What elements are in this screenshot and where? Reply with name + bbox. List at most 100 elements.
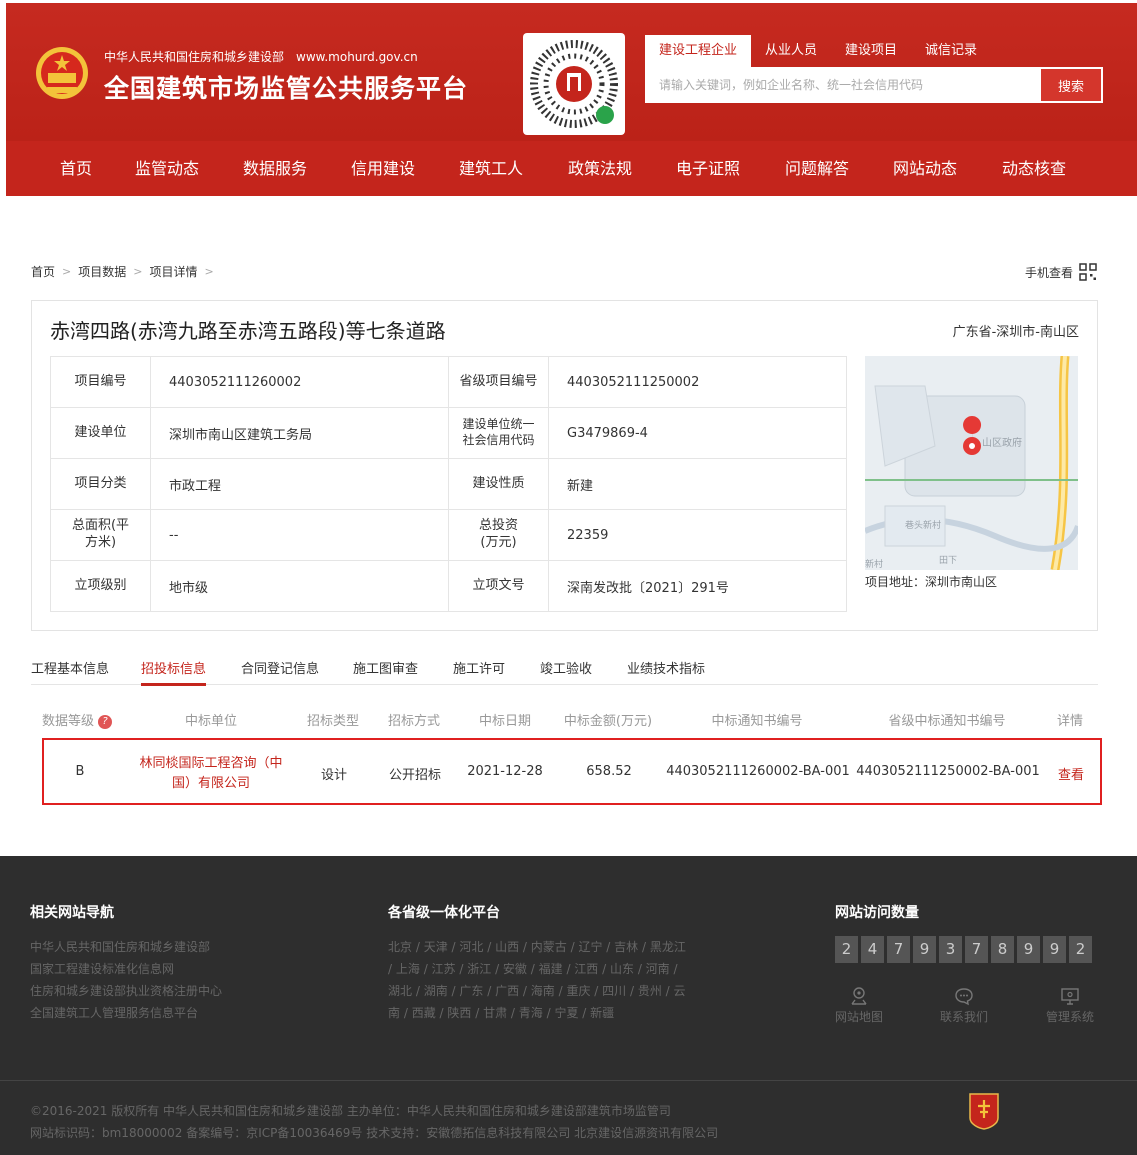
contact-link[interactable]: 联系我们 xyxy=(940,986,988,1025)
copyright: ©2016-2021 版权所有 中华人民共和国住房和城乡建设部 主办单位：中华人… xyxy=(30,1100,718,1144)
label-approval-doc: 立项文号 xyxy=(448,560,549,612)
footer-link-workers[interactable]: 全国建筑工人管理服务信息平台 xyxy=(30,1002,222,1024)
search-tab-credit[interactable]: 诚信记录 xyxy=(911,35,991,67)
province-link[interactable]: 黑龙江 xyxy=(650,940,686,954)
nav-e-license[interactable]: 电子证照 xyxy=(676,141,740,196)
tab-basic-info[interactable]: 工程基本信息 xyxy=(31,658,109,677)
province-separator: / xyxy=(626,984,638,998)
province-link[interactable]: 宁夏 xyxy=(554,1006,578,1020)
tab-completion-acceptance[interactable]: 竣工验收 xyxy=(540,658,592,677)
table-row: 总面积(平方米) -- 总投资(万元) 22359 xyxy=(50,509,847,561)
monitor-icon xyxy=(1061,988,1079,1005)
footer-link-standards[interactable]: 国家工程建设标准化信息网 xyxy=(30,958,222,980)
value-total-area: -- xyxy=(150,509,449,561)
province-separator: / xyxy=(661,984,674,998)
province-link[interactable]: 广西 xyxy=(495,984,519,998)
province-link[interactable]: 安徽 xyxy=(503,962,527,976)
province-separator: / xyxy=(483,940,496,954)
location-map[interactable]: 山区政府 巷头新村 田下 新村 xyxy=(865,356,1078,570)
breadcrumb-project-data[interactable]: 项目数据 xyxy=(78,263,126,280)
view-detail-link[interactable]: 查看 xyxy=(1058,764,1084,783)
tab-drawing-review[interactable]: 施工图审查 xyxy=(353,658,418,677)
nav-policy[interactable]: 政策法规 xyxy=(568,141,632,196)
help-icon[interactable]: ? xyxy=(98,714,113,729)
nav-credit[interactable]: 信用建设 xyxy=(351,141,415,196)
nav-data-service[interactable]: 数据服务 xyxy=(243,141,307,196)
nav-workers[interactable]: 建筑工人 xyxy=(459,141,523,196)
nav-faq[interactable]: 问题解答 xyxy=(785,141,849,196)
search-tab-personnel[interactable]: 从业人员 xyxy=(751,35,831,67)
mobile-view-link[interactable]: 手机查看 xyxy=(1025,263,1097,281)
province-link[interactable]: 青海 xyxy=(519,1006,543,1020)
col-data-grade: 数据等级? xyxy=(42,710,113,729)
main-nav: 首页 监管动态 数据服务 信用建设 建筑工人 政策法规 电子证照 问题解答 网站… xyxy=(6,141,1137,196)
province-link[interactable]: 海南 xyxy=(531,984,555,998)
province-separator: / xyxy=(602,940,615,954)
cell-winning-unit[interactable]: 林同棪国际工程咨询（中国）有限公司 xyxy=(136,754,286,794)
col-bid-amount: 中标金额(万元) xyxy=(563,714,653,729)
value-total-investment: 22359 xyxy=(548,509,847,561)
tab-bidding-info[interactable]: 招投标信息 xyxy=(141,658,207,686)
label-prov-project-no: 省级项目编号 xyxy=(448,356,549,408)
breadcrumb-home[interactable]: 首页 xyxy=(31,263,55,280)
tab-contract-info[interactable]: 合同登记信息 xyxy=(241,658,319,677)
breadcrumb-project-detail[interactable]: 项目详情 xyxy=(149,263,197,280)
footer-link-mohurd[interactable]: 中华人民共和国住房和城乡建设部 xyxy=(30,936,222,958)
cell-notice-no: 4403052111260002-BA-001 xyxy=(666,764,850,779)
province-link[interactable]: 湖南 xyxy=(424,984,448,998)
search-tab-projects[interactable]: 建设项目 xyxy=(831,35,911,67)
province-link[interactable]: 上海 xyxy=(396,962,420,976)
ministry-url[interactable]: www.mohurd.gov.cn xyxy=(296,50,418,64)
province-link[interactable]: 陕西 xyxy=(447,1006,471,1020)
tab-construction-permit[interactable]: 施工许可 xyxy=(453,658,505,677)
cell-bid-method: 公开招标 xyxy=(388,768,442,783)
province-link[interactable]: 广东 xyxy=(459,984,483,998)
tab-performance-indicators[interactable]: 业绩技术指标 xyxy=(627,658,705,677)
search-button[interactable]: 搜索 xyxy=(1039,67,1103,103)
nav-dynamic-check[interactable]: 动态核查 xyxy=(1002,141,1066,196)
search-input[interactable] xyxy=(645,67,1039,103)
province-link[interactable]: 西藏 xyxy=(412,1006,436,1020)
nav-supervision-news[interactable]: 监管动态 xyxy=(135,141,199,196)
province-link[interactable]: 福建 xyxy=(539,962,563,976)
label-nature: 建设性质 xyxy=(448,458,549,510)
province-link[interactable]: 山西 xyxy=(495,940,519,954)
province-link[interactable]: 新疆 xyxy=(590,1006,614,1020)
table-row: 立项级别 地市级 立项文号 深南发改批〔2021〕291号 xyxy=(50,560,847,612)
qr-code-icon xyxy=(1079,263,1097,281)
search-tab-enterprise[interactable]: 建设工程企业 xyxy=(645,35,752,67)
province-link[interactable]: 天津 xyxy=(424,940,448,954)
province-link[interactable]: 河南 xyxy=(646,962,670,976)
province-separator: / xyxy=(388,962,396,976)
footer-quick-links: 网站地图 联系我们 管理系统 xyxy=(835,986,1100,1036)
nav-site-news[interactable]: 网站动态 xyxy=(893,141,957,196)
province-link[interactable]: 内蒙古 xyxy=(531,940,567,954)
province-link[interactable]: 江苏 xyxy=(432,962,456,976)
footer-link-registry[interactable]: 住房和城乡建设部执业资格注册中心 xyxy=(30,980,222,1002)
cell-bid-amount: 658.52 xyxy=(586,764,632,779)
province-link[interactable]: 山东 xyxy=(610,962,634,976)
province-link[interactable]: 湖北 xyxy=(388,984,412,998)
province-link[interactable]: 浙江 xyxy=(467,962,491,976)
province-separator: / xyxy=(566,940,579,954)
province-link[interactable]: 河北 xyxy=(459,940,483,954)
site-title[interactable]: 全国建筑市场监管公共服务平台 xyxy=(104,69,468,105)
province-link[interactable]: 吉林 xyxy=(614,940,638,954)
visit-digit: 3 xyxy=(939,936,962,963)
province-link[interactable]: 重庆 xyxy=(566,984,590,998)
province-link[interactable]: 江西 xyxy=(574,962,598,976)
nav-home[interactable]: 首页 xyxy=(60,141,92,196)
province-link[interactable]: 辽宁 xyxy=(578,940,602,954)
gov-badge-icon[interactable] xyxy=(968,1092,1000,1130)
value-approval-level: 地市级 xyxy=(150,560,449,612)
footer-links: 中华人民共和国住房和城乡建设部 国家工程建设标准化信息网 住房和城乡建设部执业资… xyxy=(30,936,222,1024)
province-link[interactable]: 贵州 xyxy=(638,984,662,998)
contact-label: 联系我们 xyxy=(940,1010,989,1024)
province-link[interactable]: 北京 xyxy=(388,940,412,954)
province-link[interactable]: 甘肃 xyxy=(483,1006,507,1020)
footer-divider xyxy=(0,1080,1137,1081)
admin-system-link[interactable]: 管理系统 xyxy=(1046,986,1094,1025)
province-link[interactable]: 四川 xyxy=(602,984,626,998)
col-bid-date: 中标日期 xyxy=(478,714,532,729)
sitemap-link[interactable]: 网站地图 xyxy=(835,986,883,1025)
